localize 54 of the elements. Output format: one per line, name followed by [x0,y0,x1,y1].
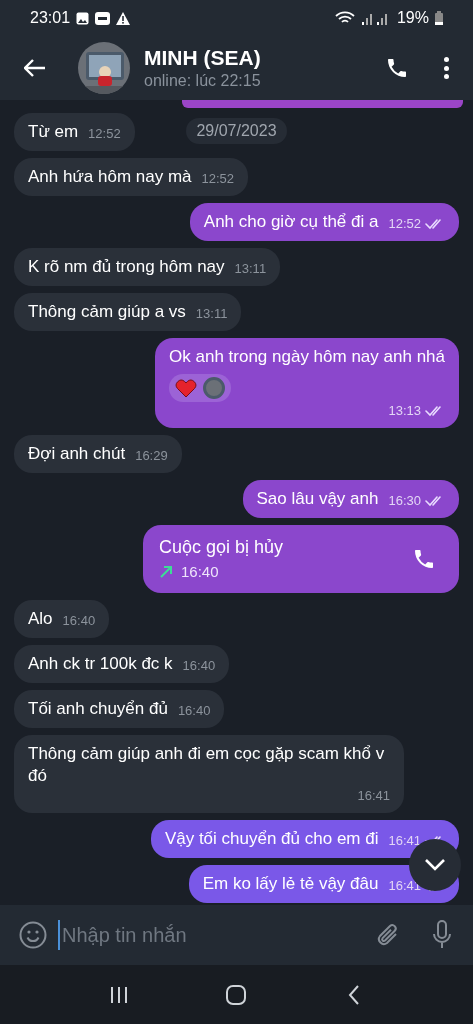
home-button[interactable] [224,982,249,1007]
message-text: Anh hứa hôm nay mà [28,165,192,188]
message-text: K rõ nm đủ trong hôm nay [28,255,225,278]
back-icon [348,984,361,1005]
message-text: Alo [28,608,53,630]
message-time: 12:52 [388,214,421,233]
contact-name: MINH (SEA) [144,45,262,71]
clock: 23:01 [30,8,71,28]
message-time: 13:13 [388,401,421,420]
message-text: Từ em [28,120,79,143]
chat-app-icon [95,11,111,25]
message-time: 12:52 [88,124,121,143]
message-text: Sao lâu vậy anh [256,487,379,510]
message-time: 16:29 [135,446,168,465]
message-time: 16:40 [181,561,219,582]
battery-percent: 19% [396,8,429,28]
message-text: Anh ck tr 100k đc k [28,653,173,675]
message-time: 16:41 [388,832,421,850]
emoji-icon [19,921,47,949]
emoji-button[interactable] [18,920,48,950]
message-time: 12:52 [201,169,235,188]
warning-icon [116,11,131,25]
recent-apps-icon [108,985,129,1004]
message-text: Anh cho giờ cụ thể đi a [203,210,379,233]
reactor-avatar [203,376,226,399]
outgoing-arrow-icon [159,564,173,579]
message-text: Vậy tối chuyển đủ cho em đi [164,828,379,850]
message-text: Tối anh chuyển đủ [28,698,168,720]
image-icon [76,11,90,25]
wifi-icon [334,11,355,25]
heart-icon [175,377,198,398]
message-composer[interactable]: Nhập tin nhắn [0,905,473,965]
chevron-down-icon [424,858,446,872]
message-text: Thông cảm giúp anh đi em cọc gặp scam khổ v đó [28,743,386,787]
phone-icon [385,56,409,80]
back-arrow-icon [24,59,46,77]
message-text: Đợi anh chút [28,442,126,465]
message-time: 16:40 [177,702,211,720]
battery-icon [435,11,443,25]
message-time: 13:11 [195,304,228,323]
microphone-icon [432,920,452,950]
message-text: Thông cảm giúp a vs [28,300,186,323]
message-text: Em ko lấy lẻ tẻ vậy đâu [202,873,379,895]
message-time: 16:41 [357,787,390,805]
message-time: 16:40 [62,612,96,630]
date-chip: 29/07/2023 [186,118,287,144]
home-icon [225,984,248,1005]
message-text: Ok anh trong ngày hôm nay anh nhá [169,345,445,368]
call-status: Cuộc gọi bị hủy [159,535,285,559]
last-seen-status: online: lúc 22:15 [144,71,262,91]
message-time: 16:40 [182,657,216,675]
message-time: 13:11 [234,259,267,278]
message-time: 16:30 [388,491,421,510]
message-input[interactable]: Nhập tin nhắn [58,920,363,950]
